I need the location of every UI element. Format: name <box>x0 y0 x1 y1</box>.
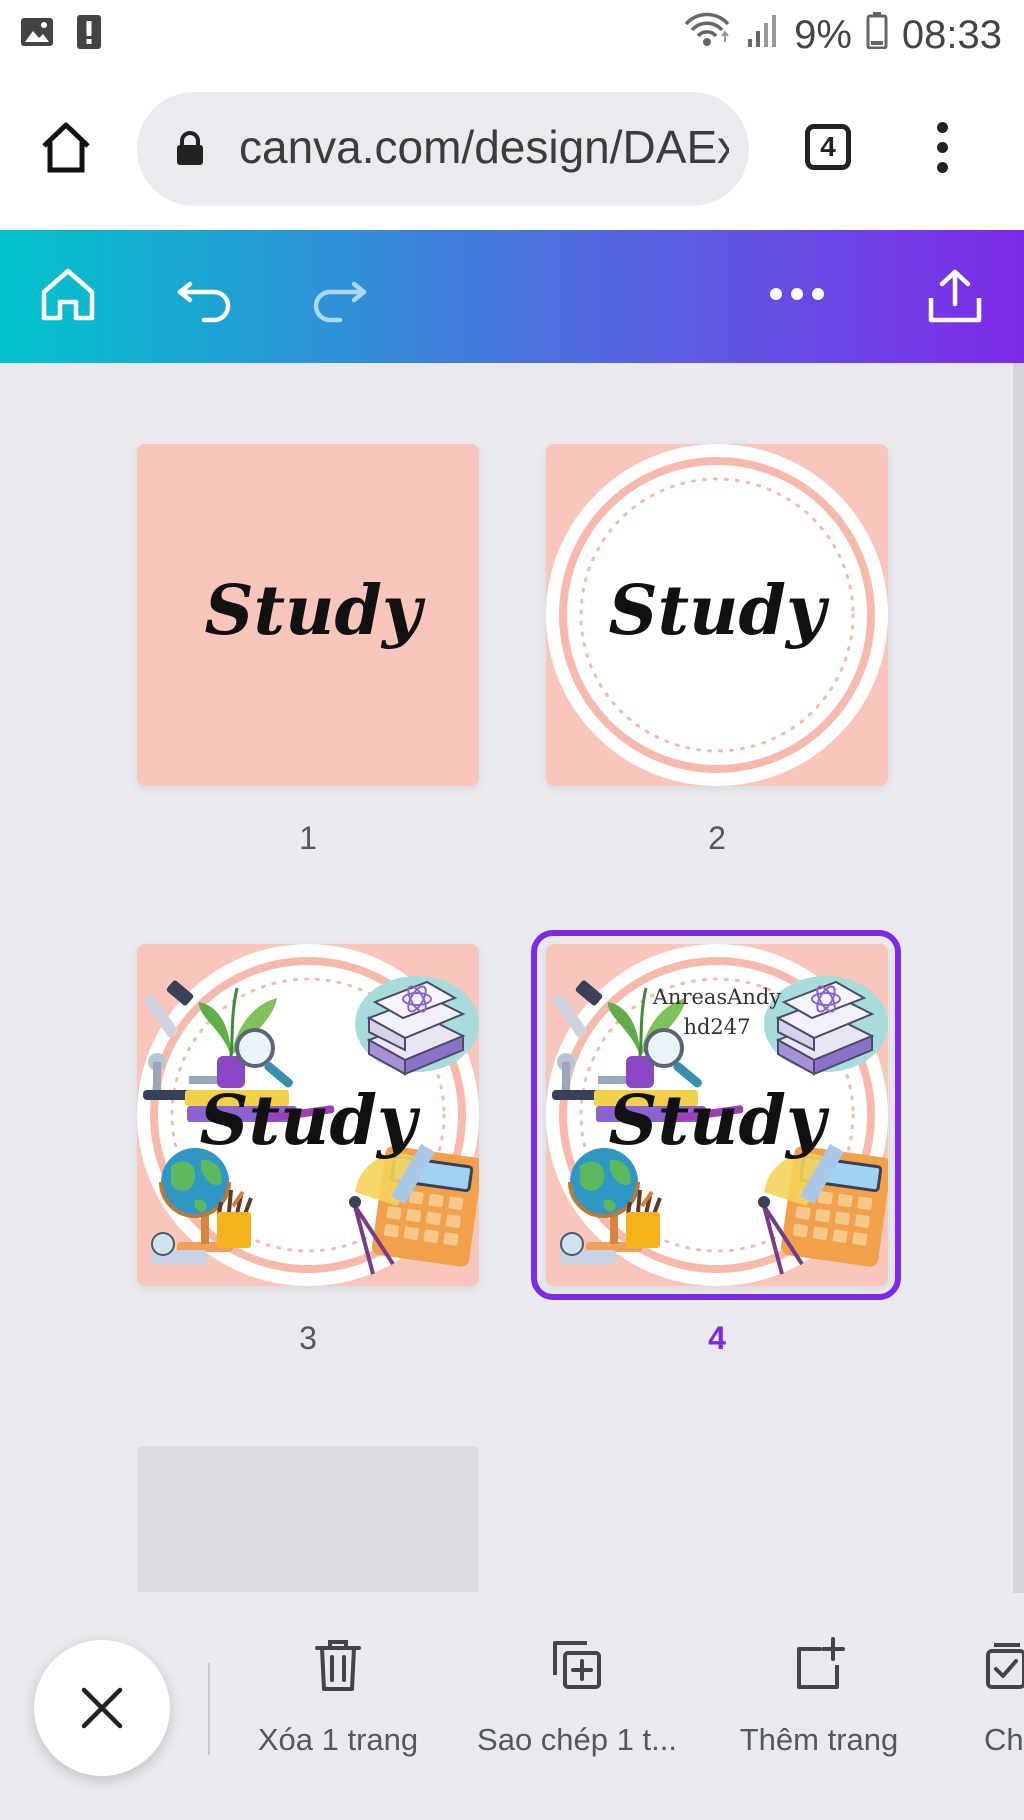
delete-page-label: Xóa 1 trang <box>257 1722 419 1757</box>
add-page-button[interactable]: Thêm trang <box>725 1637 913 1758</box>
battery-icon <box>866 11 888 59</box>
signal-icon <box>746 11 780 59</box>
redo-icon[interactable] <box>308 266 368 331</box>
page-4-title: Study <box>608 1081 830 1161</box>
page-number-3: 3 <box>299 1320 317 1356</box>
page-1-title: Study <box>204 571 426 651</box>
close-button[interactable] <box>34 1640 170 1776</box>
page-thumbnail-1[interactable]: Study <box>137 444 479 786</box>
image-icon <box>20 15 54 54</box>
trash-icon <box>315 1640 361 1691</box>
undo-icon[interactable] <box>176 266 236 331</box>
editor-toolbar <box>0 230 1024 363</box>
select-icon <box>986 1643 1024 1689</box>
page-3-title: Study <box>199 1081 421 1161</box>
add-page-label: Thêm trang <box>739 1722 899 1757</box>
duplicate-page-label: Sao chép 1 t... <box>477 1722 677 1757</box>
page-number-2: 2 <box>708 820 726 856</box>
scrollbar[interactable] <box>1013 363 1024 1593</box>
url-text: canva.com/design/DAEx <box>239 121 729 173</box>
browser-address-bar: canva.com/design/DAEx 4 <box>0 70 1024 230</box>
page-thumbnail-2[interactable]: Study <box>546 444 888 786</box>
select-pages-label: Ch <box>984 1722 1024 1757</box>
clock: 08:33 <box>901 12 1002 57</box>
browser-home-icon[interactable] <box>38 120 94 179</box>
duplicate-page-button[interactable]: Sao chép 1 t... <box>470 1637 684 1758</box>
page-actions-bar: Xóa 1 trang Sao chép 1 t... Thêm trang C… <box>0 1593 1024 1820</box>
status-bar: 9% 08:33 <box>0 0 1024 70</box>
page-thumbnail-4[interactable]: AnreasAndy hd247 Study <box>546 944 888 1286</box>
browser-menu-icon[interactable] <box>932 122 952 182</box>
close-icon <box>81 1687 123 1729</box>
page-number-1: 1 <box>299 820 317 856</box>
page-number-4: 4 <box>708 1320 726 1356</box>
url-bar[interactable]: canva.com/design/DAEx <box>137 92 749 206</box>
page-thumbnail-3[interactable]: Study <box>137 944 479 1286</box>
wifi-icon <box>682 10 732 60</box>
tab-count-button[interactable]: 4 <box>805 124 851 170</box>
share-icon[interactable] <box>926 268 984 329</box>
home-icon[interactable] <box>38 266 98 329</box>
battery-percent: 9% <box>794 12 852 57</box>
watermark-line-1: AnreasAndy <box>652 985 782 1009</box>
more-icon[interactable] <box>770 288 824 300</box>
add-page-icon <box>797 1637 845 1689</box>
duplicate-icon <box>553 1641 601 1689</box>
alert-icon <box>76 14 102 55</box>
lock-icon <box>175 130 205 171</box>
select-pages-button[interactable]: Ch <box>984 1637 1024 1758</box>
delete-page-button[interactable]: Xóa 1 trang <box>238 1637 438 1758</box>
divider <box>208 1663 210 1755</box>
watermark-line-2: hd247 <box>683 1015 750 1039</box>
page-2-title: Study <box>608 571 830 651</box>
page-thumbnail-5-partial[interactable] <box>137 1446 479 1592</box>
